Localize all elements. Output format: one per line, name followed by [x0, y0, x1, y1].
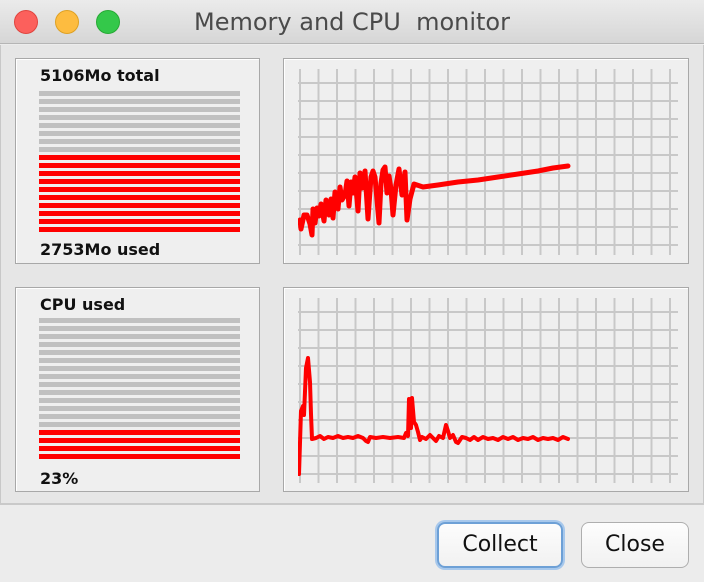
cpu-bar-segment	[39, 406, 240, 411]
cpu-history-graph	[298, 298, 678, 483]
memory-gauge-panel: 5106Mo total 2753Mo used	[15, 58, 260, 264]
memory-bar-segment	[39, 163, 240, 168]
close-button[interactable]: Close	[581, 522, 689, 568]
collect-button[interactable]: Collect	[437, 522, 563, 568]
cpu-gauge-panel: CPU used 23%	[15, 287, 260, 492]
cpu-bar-segment	[39, 398, 240, 403]
cpu-bar-segment	[39, 430, 240, 435]
memory-bar-segment	[39, 115, 240, 120]
memory-bar-segment	[39, 187, 240, 192]
memory-usage-line	[298, 163, 571, 238]
cpu-bar-segment	[39, 318, 240, 323]
cpu-percent-label: 23%	[40, 469, 79, 488]
memory-bar-segment	[39, 139, 240, 144]
content-area: 5106Mo total 2753Mo used CPU used 23%	[0, 45, 704, 503]
memory-bar-segment	[39, 99, 240, 104]
memory-bar-segment	[39, 147, 240, 152]
memory-bar-segment	[39, 219, 240, 224]
memory-bar-segment	[39, 179, 240, 184]
memory-bar-segment	[39, 131, 240, 136]
cpu-used-label: CPU used	[40, 295, 126, 314]
memory-bar-segment	[39, 203, 240, 208]
cpu-bar-segment	[39, 350, 240, 355]
cpu-history-panel	[283, 287, 689, 492]
memory-bar-gauge	[39, 91, 240, 235]
memory-bar-segment	[39, 155, 240, 160]
memory-bar-segment	[39, 91, 240, 96]
cpu-graph-grid	[298, 298, 678, 483]
monitor-window: Memory and CPU monitor 5106Mo total 2753…	[0, 0, 704, 582]
cpu-bar-segment	[39, 438, 240, 443]
cpu-bar-segment	[39, 422, 240, 427]
window-title: Memory and CPU monitor	[194, 8, 510, 36]
memory-graph-grid	[298, 69, 678, 255]
memory-history-panel	[283, 58, 689, 264]
cpu-bar-segment	[39, 326, 240, 331]
memory-bar-segment	[39, 211, 240, 216]
cpu-bar-segment	[39, 366, 240, 371]
memory-bar-segment	[39, 227, 240, 232]
memory-used-label: 2753Mo used	[40, 240, 161, 259]
title-bar[interactable]: Memory and CPU monitor	[0, 0, 704, 44]
memory-bar-segment	[39, 107, 240, 112]
cpu-bar-segment	[39, 342, 240, 347]
memory-bar-segment	[39, 171, 240, 176]
footer-separator	[0, 503, 704, 505]
memory-bar-segment	[39, 195, 240, 200]
cpu-bar-segment	[39, 374, 240, 379]
cpu-bar-segment	[39, 390, 240, 395]
memory-bar-segment	[39, 123, 240, 128]
cpu-bar-segment	[39, 358, 240, 363]
cpu-bar-segment	[39, 446, 240, 451]
cpu-bar-segment	[39, 414, 240, 419]
cpu-bar-gauge	[39, 318, 240, 462]
cpu-bar-segment	[39, 334, 240, 339]
memory-total-label: 5106Mo total	[40, 66, 160, 85]
memory-history-graph	[298, 69, 678, 255]
cpu-bar-segment	[39, 454, 240, 459]
cpu-bar-segment	[39, 382, 240, 387]
